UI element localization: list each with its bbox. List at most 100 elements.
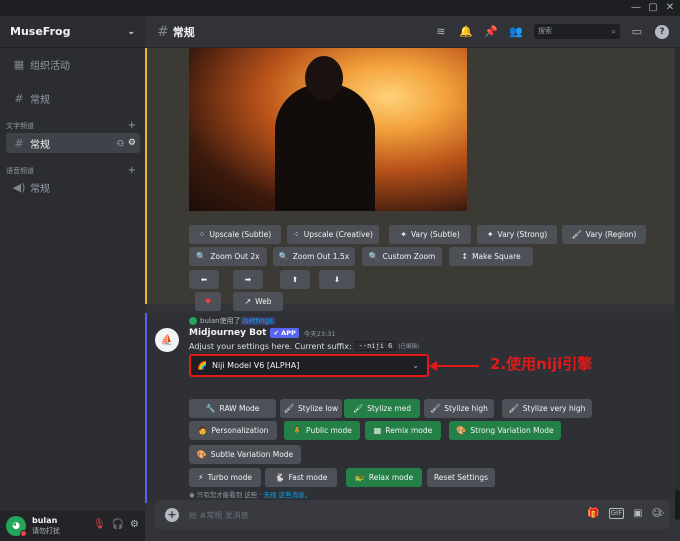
- action-button[interactable]: ⬅: [189, 270, 219, 289]
- minimize-icon[interactable]: —: [630, 2, 642, 14]
- invite-icon[interactable]: ⚇: [117, 139, 124, 148]
- bot-avatar[interactable]: ⛵: [155, 328, 179, 352]
- action-button[interactable]: 🎨 Strong Variation Mode: [449, 421, 561, 440]
- action-button[interactable]: ↕ Make Square: [449, 247, 533, 266]
- settings-text: Adjust your settings here. Current suffi…: [189, 341, 352, 351]
- button-label: ⬅: [200, 275, 208, 284]
- button-icon: 🖌: [283, 404, 295, 413]
- bot-name[interactable]: Midjourney Bot: [189, 328, 266, 338]
- scrollbar-thumb[interactable]: [675, 490, 680, 520]
- button-label: Relax mode: [368, 473, 414, 482]
- action-button[interactable]: 🎨 Subtle Variation Mode: [189, 445, 301, 464]
- reply-avatar-icon: [189, 317, 197, 325]
- selected-model: Niji Model V6 [ALPHA]: [211, 361, 300, 370]
- button-label: Subtle Variation Mode: [210, 450, 294, 459]
- guild-header[interactable]: MuseFrog ⌄: [0, 16, 145, 48]
- maximize-icon[interactable]: ▢: [647, 2, 659, 14]
- button-icon: ↗: [244, 297, 252, 306]
- user-status: 请勿打扰: [32, 527, 60, 535]
- button-label: Zoom Out 2x: [210, 252, 260, 261]
- chevron-down-icon[interactable]: ⌄: [127, 27, 135, 37]
- action-button[interactable]: 🖌 Stylize very high: [502, 399, 592, 418]
- pin-icon[interactable]: 📌: [484, 25, 498, 39]
- mute-microphone-icon[interactable]: 🎙: [93, 519, 106, 530]
- action-button[interactable]: 🖌 Stylize low: [280, 399, 342, 418]
- sidebar-item-voice-general[interactable]: ◀) 常规: [6, 177, 140, 197]
- sticker-icon[interactable]: ▣: [633, 508, 642, 519]
- action-button[interactable]: 🐢 Relax mode: [346, 468, 422, 487]
- notification-bell-icon[interactable]: 🔔: [459, 25, 473, 39]
- generated-image[interactable]: [189, 48, 467, 211]
- button-label: ♥: [204, 297, 212, 306]
- gift-icon[interactable]: 🎁: [587, 508, 599, 519]
- avatar[interactable]: ◕: [6, 516, 27, 537]
- button-label: ➡: [244, 275, 252, 284]
- dismiss-link[interactable]: 无视 这些消息。: [264, 491, 312, 499]
- app-badge: ✔ APP: [270, 328, 299, 338]
- action-button[interactable]: ⬇: [319, 270, 355, 289]
- action-button[interactable]: 🔍 Zoom Out 1.5x: [273, 247, 355, 266]
- gear-icon[interactable]: ⚙: [128, 138, 136, 148]
- annotation-label: 2.使用niji引擎: [490, 355, 593, 373]
- action-button[interactable]: ⬆: [280, 270, 310, 289]
- threads-icon[interactable]: ≋: [434, 25, 448, 39]
- action-button[interactable]: Reset Settings: [427, 468, 495, 487]
- eye-icon: ◉: [189, 491, 197, 499]
- model-version-select[interactable]: 🌈 Niji Model V6 [ALPHA] ⌄: [189, 354, 429, 377]
- apps-icon[interactable]: ⁘: [657, 507, 666, 520]
- message-input[interactable]: + 给 #常规 发消息 🎁 GIF ▣ ☺: [155, 500, 670, 530]
- action-button[interactable]: ▦ Remix mode: [365, 421, 441, 440]
- inbox-icon[interactable]: ▭: [630, 25, 644, 39]
- button-label: Make Square: [472, 252, 521, 261]
- add-channel-icon[interactable]: +: [128, 165, 136, 176]
- action-button[interactable]: 🔍 Zoom Out 2x: [189, 247, 267, 266]
- chat-area: # 常规 ≋ 🔔 📌 👥 搜索 ⌕ ▭ ? ⁘ Upscale (Subtle) ⁘ U…: [145, 16, 680, 541]
- add-attachment-icon[interactable]: +: [165, 508, 179, 522]
- category-voice-channels[interactable]: 语音频道 +: [6, 165, 136, 176]
- chevron-down-icon: ⌄: [412, 361, 419, 370]
- button-icon: 🐇: [274, 473, 285, 482]
- add-channel-icon[interactable]: +: [128, 120, 136, 131]
- channel-header: # 常规 ≋ 🔔 📌 👥 搜索 ⌕ ▭ ?: [145, 16, 680, 48]
- action-button[interactable]: 🖌 Stylize med: [344, 399, 420, 418]
- action-button[interactable]: ✦ Vary (Subtle): [389, 225, 471, 244]
- action-button[interactable]: 🖌 Vary (Region): [562, 225, 646, 244]
- sidebar-item-channel-general[interactable]: # 常规 ⚇ ⚙: [6, 133, 140, 153]
- action-button[interactable]: ↗ Web: [233, 292, 283, 311]
- action-button[interactable]: 🐇 Fast mode: [265, 468, 337, 487]
- status-dnd-icon: [20, 530, 27, 537]
- action-button[interactable]: ⚡ Turbo mode: [189, 468, 261, 487]
- edited-label: (已编辑): [398, 344, 420, 350]
- search-input[interactable]: 搜索 ⌕: [534, 24, 620, 39]
- action-button[interactable]: ⁘ Upscale (Subtle): [189, 225, 281, 244]
- gif-icon[interactable]: GIF: [608, 508, 625, 519]
- action-button[interactable]: 🔍 Custom Zoom: [362, 247, 442, 266]
- category-text-channels[interactable]: 文字频道 +: [6, 120, 136, 131]
- member-list-icon[interactable]: 👥: [509, 25, 523, 39]
- action-button[interactable]: ♥: [195, 292, 221, 311]
- close-icon[interactable]: ✕: [664, 2, 676, 14]
- action-button[interactable]: ⁘ Upscale (Creative): [287, 225, 379, 244]
- action-button[interactable]: 🔧 RAW Mode: [189, 399, 276, 418]
- action-button[interactable]: 🧍 Public mode: [284, 421, 360, 440]
- sidebar-item-events[interactable]: ▦ 组织活动: [6, 54, 140, 74]
- help-icon[interactable]: ?: [655, 24, 669, 39]
- button-label: Web: [255, 297, 272, 306]
- button-label: ⬇: [333, 275, 341, 284]
- user-settings-gear-icon[interactable]: ⚙: [130, 519, 139, 530]
- button-icon: 🔧: [205, 404, 216, 413]
- action-button[interactable]: ➡: [233, 270, 263, 289]
- sidebar-item-channel-general-top[interactable]: # 常规: [6, 88, 140, 108]
- headphones-icon[interactable]: 🎧: [112, 519, 124, 530]
- button-label: Personalization: [211, 426, 269, 435]
- button-icon: 🖌: [508, 404, 519, 413]
- action-button[interactable]: 🧑 Personalization: [189, 421, 277, 440]
- action-button[interactable]: 🖌 Stylize high: [424, 399, 494, 418]
- button-icon: 🧍: [292, 426, 303, 435]
- button-label: Vary (Subtle): [410, 230, 460, 239]
- action-button[interactable]: ✦ Vary (Strong): [477, 225, 557, 244]
- button-icon: ↕: [461, 252, 469, 261]
- button-icon: 🎨: [456, 426, 467, 435]
- scrollbar[interactable]: [675, 48, 680, 520]
- settings-command-link[interactable]: /settings: [240, 317, 275, 325]
